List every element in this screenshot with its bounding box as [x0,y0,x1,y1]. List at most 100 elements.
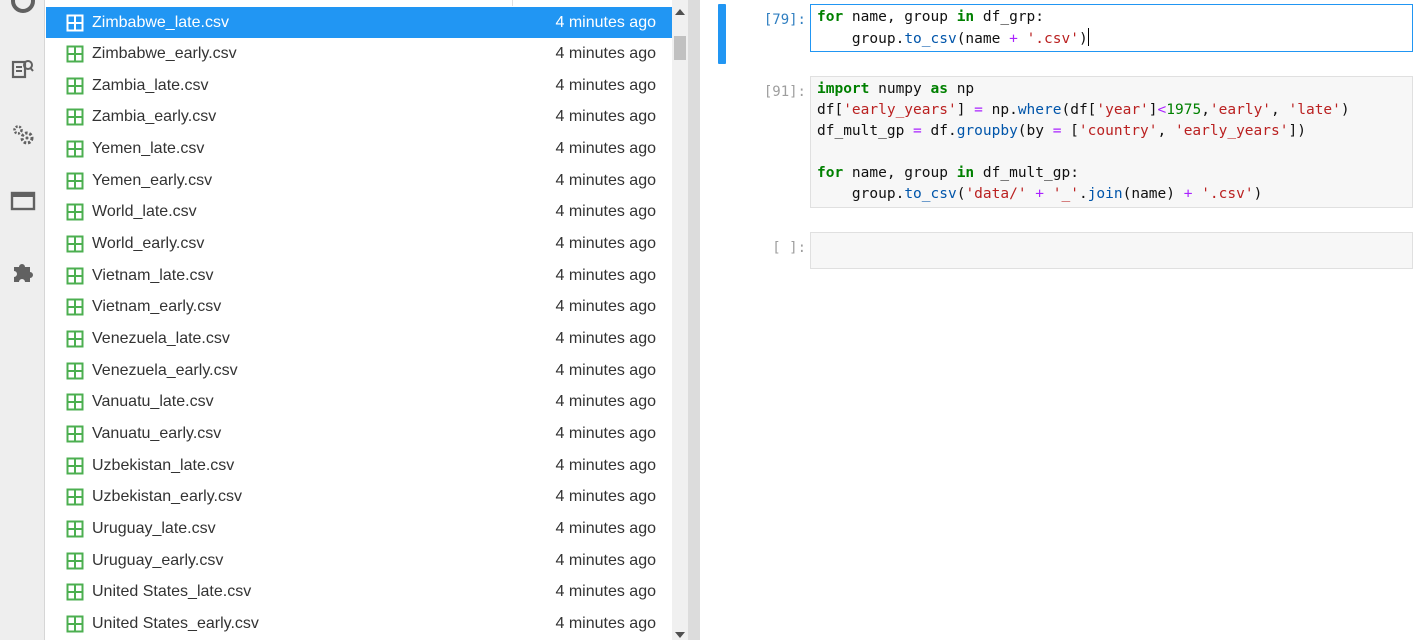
file-row[interactable]: Yemen_late.csv 4 minutes ago [46,134,672,165]
file-row[interactable]: Zimbabwe_early.csv 4 minutes ago [46,39,672,70]
file-row[interactable]: Vanuatu_early.csv 4 minutes ago [46,418,672,449]
spreadsheet-grid-icon [66,77,84,95]
code-token: '_' [1052,186,1079,202]
code-token: ]) [1288,123,1306,139]
file-name: Zambia_early.csv [92,108,217,126]
file-row[interactable]: Zambia_late.csv 4 minutes ago [46,70,672,101]
file-name: World_early.csv [92,235,205,253]
code-token: df[ [817,102,844,118]
file-row[interactable]: Uruguay_late.csv 4 minutes ago [46,513,672,544]
code-token: groupby [956,123,1018,139]
file-modified: 4 minutes ago [555,551,656,569]
code-token: '.csv' [1026,31,1079,47]
spreadsheet-grid-icon [66,14,84,32]
file-row[interactable]: Uzbekistan_early.csv 4 minutes ago [46,482,672,513]
running-icon[interactable] [10,0,36,14]
code-token: 'country' [1078,123,1158,139]
file-name: Zambia_late.csv [92,76,209,94]
settings-gears-icon[interactable] [10,122,36,148]
spreadsheet-grid-icon [66,362,84,380]
file-row[interactable]: Vanuatu_late.csv 4 minutes ago [46,387,672,418]
spreadsheet-grid-icon [66,583,84,601]
code-editor[interactable]: import numpy as np df['early_years'] = np… [810,76,1413,208]
file-modified: 4 minutes ago [555,298,656,316]
tabs-icon[interactable] [10,188,36,214]
file-row[interactable]: Yemen_early.csv 4 minutes ago [46,165,672,196]
code-line: for name, group in df_mult_gp: [817,163,1406,184]
file-row[interactable]: United States_early.csv 4 minutes ago [46,608,672,639]
spreadsheet-grid-icon [66,172,84,190]
panel-splitter[interactable] [688,0,700,640]
scrollbar-thumb[interactable] [674,36,686,60]
file-name: Vietnam_late.csv [92,266,214,284]
file-row[interactable]: World_late.csv 4 minutes ago [46,197,672,228]
extension-puzzle-icon[interactable] [10,258,36,284]
code-token: < [1157,102,1167,118]
file-name: Uzbekistan_late.csv [92,456,235,474]
code-token: 'early_years' [1174,123,1289,139]
file-name: United States_late.csv [92,583,252,601]
code-token: for [817,165,844,181]
code-line: for name, group in df_grp: [817,7,1406,28]
code-token: = [913,123,922,139]
file-list-scrollbar[interactable] [672,0,688,640]
code-token: 'data/' [965,186,1027,202]
file-modified: 4 minutes ago [555,45,656,63]
cell-prompt: [91]: [763,84,806,100]
spreadsheet-grid-icon [66,425,84,443]
scroll-down-arrow-icon[interactable] [675,632,685,638]
code-token: as [930,81,948,97]
code-token: join [1087,186,1123,202]
file-row[interactable]: Uruguay_early.csv 4 minutes ago [46,545,672,576]
code-line: df_mult_gp = df.groupby(by = ['country',… [817,121,1406,142]
spreadsheet-grid-icon [66,457,84,475]
spreadsheet-grid-icon [66,298,84,316]
spreadsheet-grid-icon [66,203,84,221]
code-token: np [947,81,975,97]
file-row[interactable]: Uzbekistan_late.csv 4 minutes ago [46,450,672,481]
file-row[interactable]: Zambia_early.csv 4 minutes ago [46,102,672,133]
code-token: np. [982,102,1018,118]
code-token: in [956,9,975,25]
spreadsheet-grid-icon [66,45,84,63]
code-token: in [956,165,975,181]
file-row[interactable]: Venezuela_late.csv 4 minutes ago [46,324,672,355]
property-inspector-icon[interactable] [10,56,36,82]
file-row[interactable]: Vietnam_late.csv 4 minutes ago [46,260,672,291]
file-modified: 4 minutes ago [555,140,656,158]
code-token: (name [956,31,1010,47]
notebook-cell[interactable]: [ ]: [700,232,1413,269]
spreadsheet-grid-icon [66,552,84,570]
file-name: World_late.csv [92,203,197,221]
activity-bar [0,0,45,640]
file-modified: 4 minutes ago [555,13,656,31]
code-editor[interactable]: for name, group in df_grp: group.to_csv(… [810,4,1413,52]
file-name: Venezuela_early.csv [92,361,238,379]
file-row[interactable]: World_early.csv 4 minutes ago [46,229,672,260]
notebook-cell[interactable]: [91]: import numpy as np df['early_years']… [700,76,1413,208]
file-row[interactable]: United States_late.csv 4 minutes ago [46,577,672,608]
code-token: to_csv [904,186,957,202]
code-token: ] [956,102,975,118]
code-token: + [1035,186,1045,202]
scroll-up-arrow-icon[interactable] [675,9,685,15]
spreadsheet-grid-icon [66,520,84,538]
code-token: = [974,102,983,118]
file-row[interactable]: Zimbabwe_late.csv 4 minutes ago [46,7,672,38]
code-token: group. [817,31,905,47]
code-token: for [817,9,844,25]
code-token: numpy [869,81,931,97]
active-cell-indicator [718,4,726,64]
code-token: 'early' [1209,102,1272,118]
code-line: group.to_csv('data/' + '_'.join(name) + … [817,184,1406,205]
code-editor[interactable] [810,232,1413,269]
notebook-cell[interactable]: [79]: for name, group in df_grp: group.to… [700,4,1413,64]
file-modified: 4 minutes ago [555,456,656,474]
code-token: group. [817,186,905,202]
code-token: [ [1061,123,1079,139]
file-row[interactable]: Venezuela_early.csv 4 minutes ago [46,355,672,386]
code-token: . [1078,186,1088,202]
file-row[interactable]: Vietnam_early.csv 4 minutes ago [46,292,672,323]
